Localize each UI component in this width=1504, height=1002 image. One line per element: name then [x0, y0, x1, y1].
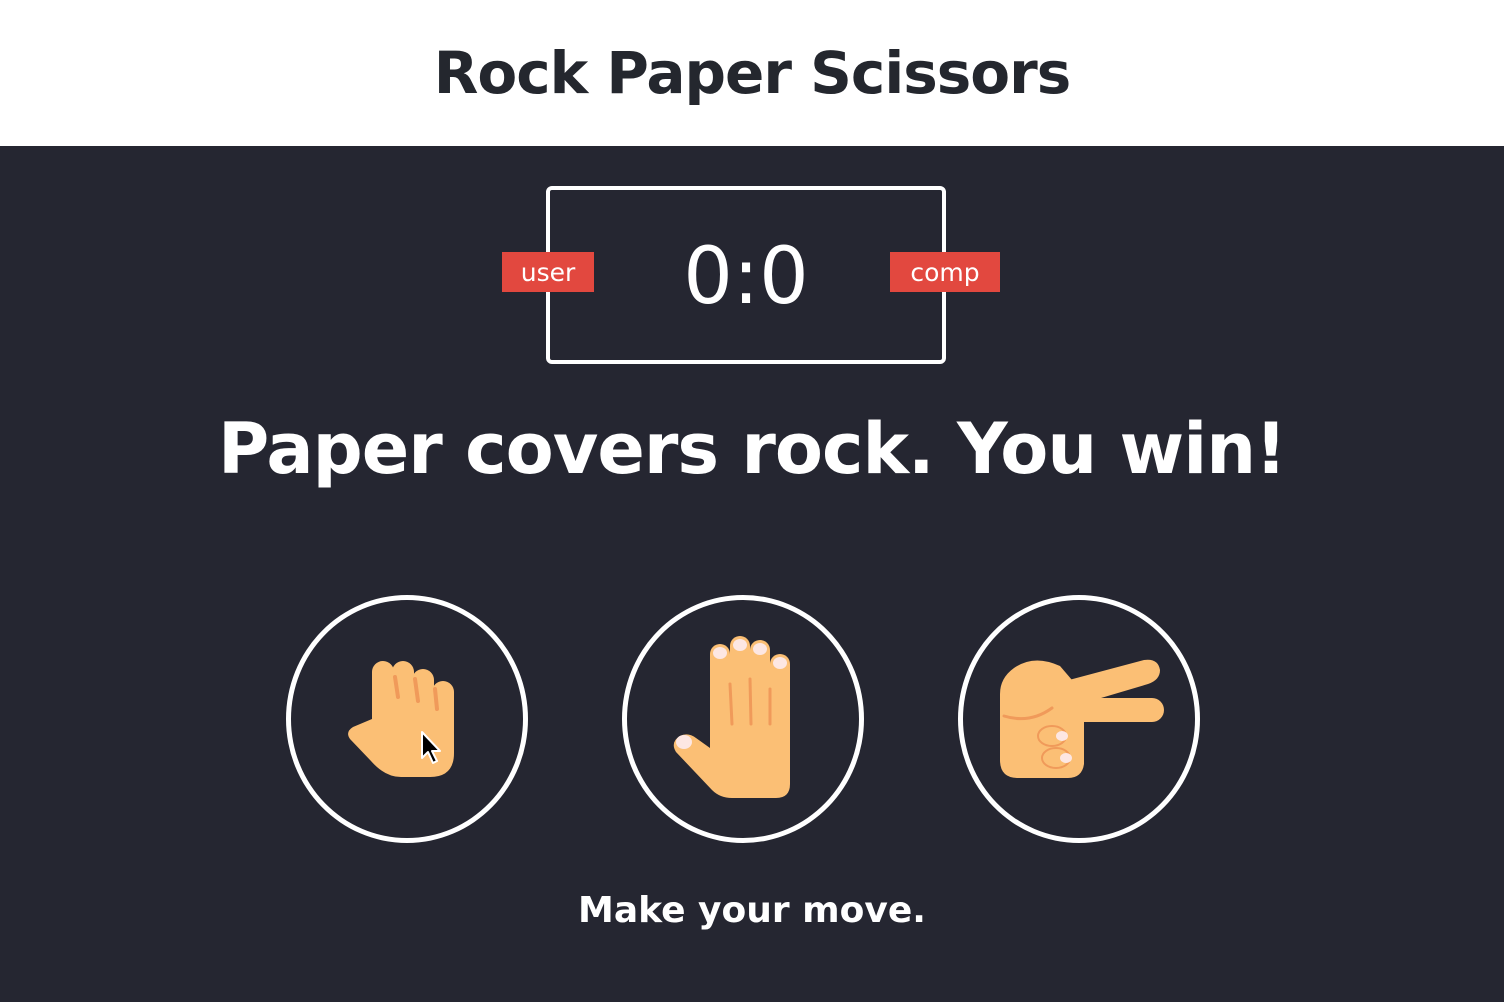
scissors-hand-icon — [1000, 659, 1164, 778]
paper-hand-icon — [673, 636, 790, 798]
rock-button[interactable] — [286, 595, 528, 843]
rock-hand-icon — [348, 661, 454, 777]
scissors-button[interactable] — [958, 595, 1200, 843]
app-title: Rock Paper Scissors — [433, 39, 1071, 107]
comp-badge: comp — [890, 252, 1000, 292]
user-badge: user — [502, 252, 594, 292]
paper-button[interactable] — [622, 595, 864, 843]
mouse-cursor-icon — [421, 731, 441, 764]
result-message: Paper covers rock. You win! — [218, 408, 1287, 490]
scoreboard: 0:0 — [546, 186, 946, 364]
game-board: 0:0 user comp Paper covers rock. You win… — [0, 146, 1504, 1002]
prompt-message: Make your move. — [578, 890, 926, 931]
score-display: 0:0 — [683, 232, 809, 322]
app-header: Rock Paper Scissors — [0, 0, 1504, 146]
